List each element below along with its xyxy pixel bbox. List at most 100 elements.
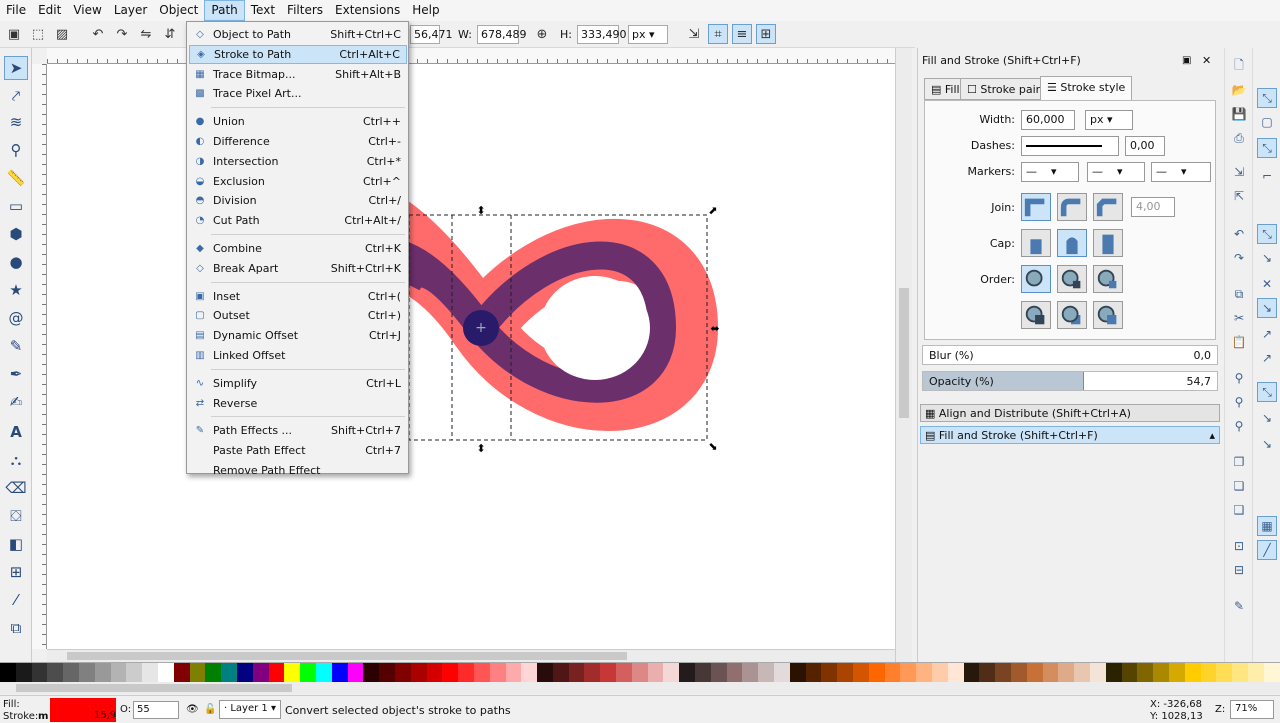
measure-tool-icon[interactable]: 📏 [4,166,28,190]
menu-item-path-effects[interactable]: ✎ Path Effects ... Shift+Ctrl+7 [189,421,407,440]
menu-item-dynamic-offset[interactable]: ▤ Dynamic Offset Ctrl+J [189,326,407,345]
palette-swatch[interactable] [695,663,711,683]
palette-swatch[interactable] [94,663,111,683]
palette-swatch[interactable] [726,663,743,683]
star-tool-icon[interactable]: ★ [4,278,28,302]
node-tool-icon[interactable]: ⤤ [4,84,28,108]
palette-swatch[interactable] [473,663,490,683]
blur-slider[interactable]: Blur (%) 0,0 [922,345,1218,365]
snap-rotation-center-icon[interactable]: ↘ [1257,408,1277,428]
dash-offset-field[interactable]: 0,00 [1125,136,1165,156]
zoom-drawing-icon[interactable]: ⚲ [1229,392,1249,412]
palette-swatch[interactable] [963,663,980,683]
3d-box-tool-icon[interactable]: ⬢ [4,222,28,246]
palette-swatch[interactable] [932,663,948,683]
palette-swatch[interactable] [584,663,601,683]
eraser-tool-icon[interactable]: ⌫ [4,476,28,500]
palette-swatch[interactable] [300,663,316,683]
palette-swatch[interactable] [221,663,237,683]
move-patterns-icon[interactable]: ⊞ [756,24,776,44]
dropper-tool-icon[interactable]: ⁄ [4,588,28,612]
clone-icon[interactable]: ❏ [1229,476,1249,496]
scale-handle-bottom[interactable]: ⬍ [476,442,485,455]
flip-vertical-icon[interactable]: ⇵ [160,24,180,44]
mid-marker-select[interactable]: — ▾ [1087,162,1145,182]
calligraphy-tool-icon[interactable]: ✍ [4,390,28,414]
menu-object[interactable]: Object [153,0,204,21]
pencil-tool-icon[interactable]: ✎ [4,334,28,358]
palette-swatch[interactable] [1011,663,1027,683]
palette-swatch[interactable] [837,663,854,683]
open-icon[interactable]: 📂 [1229,80,1249,100]
menu-item-difference[interactable]: ◐ Difference Ctrl+- [189,132,407,151]
pen-tool-icon[interactable]: ✒ [4,362,28,386]
print-icon[interactable]: ⎙ [1229,128,1249,148]
preferences-icon[interactable]: ✎ [1229,596,1249,616]
redo-icon[interactable]: ↷ [1229,248,1249,268]
order-fill-stroke-markers-button[interactable] [1021,265,1051,293]
menu-item-simplify[interactable]: ∿ Simplify Ctrl+L [189,374,407,393]
palette-swatch[interactable] [1121,663,1138,683]
palette-swatch[interactable] [521,663,538,683]
menu-item-remove-path-effect[interactable]: Remove Path Effect [189,461,407,480]
order-markers-fill-stroke-button[interactable] [1021,301,1051,329]
cap-round-button[interactable] [1057,229,1087,257]
menu-edit[interactable]: Edit [32,0,67,21]
palette-swatch[interactable] [268,663,285,683]
menu-file[interactable]: File [0,0,32,21]
menu-extensions[interactable]: Extensions [329,0,406,21]
cut-icon[interactable]: ✂ [1229,308,1249,328]
palette-swatch[interactable] [647,663,664,683]
flip-horizontal-icon[interactable]: ⇋ [136,24,156,44]
palette-swatch[interactable] [1263,663,1280,683]
scale-handle-top-right[interactable]: ⬈ [708,204,717,217]
palette-swatch[interactable] [742,663,759,683]
unlink-clone-icon[interactable]: ❑ [1229,500,1249,520]
snap-nodes-icon[interactable]: ⤡ [1257,224,1277,244]
palette-swatch[interactable] [110,663,127,683]
zoom-tool-icon[interactable]: ⚲ [4,138,28,162]
ungroup-icon[interactable]: ⊟ [1229,560,1249,580]
snap-cusp-icon[interactable]: ↘ [1257,298,1277,318]
palette-swatch[interactable] [947,663,964,683]
palette-swatch[interactable] [205,663,222,683]
width-field[interactable]: 60,000 [1021,110,1075,130]
palette-swatch[interactable] [1074,663,1090,683]
snap-smooth-icon[interactable]: ↗ [1257,324,1277,344]
save-icon[interactable]: 💾 [1229,104,1249,124]
vertical-scrollbar[interactable] [895,48,912,662]
palette-swatch[interactable] [1153,663,1169,683]
palette-swatch[interactable] [552,663,569,683]
menu-path[interactable]: Path [204,0,245,21]
select-all-layers-icon[interactable]: ⬚ [28,24,48,44]
rotate-ccw-icon[interactable]: ↶ [88,24,108,44]
order-stroke-fill-markers-button[interactable] [1057,265,1087,293]
order-stroke-markers-fill-button[interactable] [1057,301,1087,329]
menu-item-break-apart[interactable]: ◇ Break Apart Shift+Ctrl+K [189,259,407,278]
menu-item-union[interactable]: ● Union Ctrl++ [189,112,407,131]
join-round-button[interactable] [1057,193,1087,221]
palette-swatch[interactable] [331,663,348,683]
cap-butt-button[interactable] [1021,229,1051,257]
opacity-slider[interactable]: Opacity (%) 54,7 [922,371,1218,391]
menu-item-paste-path-effect[interactable]: Paste Path Effect Ctrl+7 [189,441,407,460]
join-bevel-button[interactable] [1093,193,1123,221]
snap-center-icon[interactable]: ⤡ [1257,382,1277,402]
tab-stroke-style[interactable]: ☰ Stroke style [1040,76,1133,100]
dashes-select[interactable] [1021,136,1119,156]
fill-stroke-panel-tab[interactable]: ▤ Fill and Stroke (Shift+Ctrl+F) ▴ [920,426,1220,444]
palette-swatch[interactable] [505,663,522,683]
export-icon[interactable]: ⇱ [1229,186,1249,206]
palette-swatch[interactable] [379,663,395,683]
palette-swatch[interactable] [63,663,79,683]
palette-swatch[interactable] [868,663,885,683]
drawing-canvas[interactable]: ⬍ ⬍ ⬌ ⬈ ⬊ + [47,64,895,649]
selector-tool-icon[interactable]: ➤ [4,56,28,80]
palette-swatch[interactable] [1247,663,1264,683]
scale-handle-top[interactable]: ⬍ [476,204,485,217]
palette-swatch[interactable] [1168,663,1185,683]
palette-swatch[interactable] [1042,663,1059,683]
palette-swatch[interactable] [774,663,790,683]
zoom-field[interactable]: 71% [1230,700,1274,719]
menu-item-stroke-to-path[interactable]: ◈ Stroke to Path Ctrl+Alt+C [189,44,407,64]
